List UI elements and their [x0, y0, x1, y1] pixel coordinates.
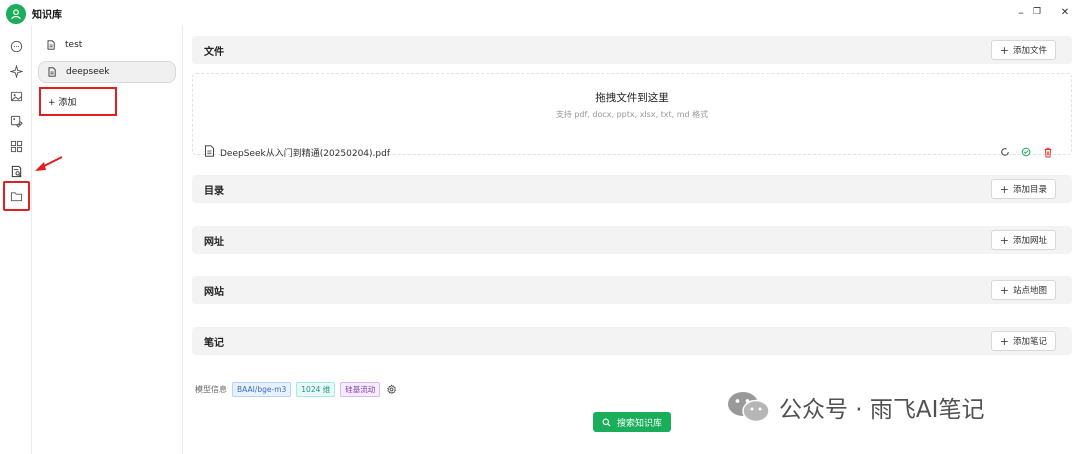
file-name: DeepSeek从入门到精通(20250204).pdf — [220, 149, 391, 159]
section-title: 文件 — [204, 47, 224, 58]
image-icon[interactable] — [7, 87, 25, 105]
add-note-button[interactable]: + 添加笔记 — [990, 331, 1056, 351]
dimension-tag: 1024 维 — [296, 381, 336, 397]
grid-icon[interactable] — [7, 137, 25, 155]
plus-icon: + — [999, 43, 1009, 57]
directory-section: 目录 + 添加目录 — [192, 175, 1072, 203]
search-icon — [602, 418, 611, 427]
notes-section: 笔记 + 添加笔记 — [192, 327, 1072, 355]
close-button[interactable]: ✕ — [1056, 4, 1074, 20]
section-title: 网址 — [204, 237, 224, 248]
image-edit-icon[interactable] — [7, 112, 25, 130]
add-url-button[interactable]: + 添加网址 — [990, 230, 1056, 250]
model-tag: BAAI/bge-m3 — [232, 381, 292, 397]
user-avatar-icon[interactable] — [6, 4, 26, 24]
provider-tag: 硅基流动 — [340, 381, 381, 397]
success-check-icon — [1020, 146, 1032, 158]
refresh-icon[interactable] — [999, 146, 1011, 158]
add-directory-button[interactable]: + 添加目录 — [990, 179, 1056, 199]
button-label: 添加目录 — [1012, 185, 1047, 195]
website-section: 网站 + 站点地图 — [192, 276, 1072, 304]
sparkle-icon[interactable] — [7, 62, 25, 80]
icon-rail — [0, 25, 32, 454]
plus-icon: + — [999, 283, 1009, 297]
file-row: DeepSeek从入门到精通(20250204).pdf — [192, 141, 1072, 163]
knowledge-base-list: test deepseek + 添加 — [32, 25, 183, 454]
watermark-text: 公众号 · 雨飞AI笔记 — [779, 397, 985, 423]
search-button-label: 搜索知识库 — [616, 418, 662, 429]
kb-item-test[interactable]: test — [38, 34, 176, 56]
plus-icon: + — [999, 334, 1009, 348]
sitemap-button[interactable]: + 站点地图 — [990, 280, 1056, 300]
settings-gear-icon[interactable] — [386, 383, 397, 395]
highlight-box — [3, 181, 30, 211]
kb-item-label: test — [65, 40, 83, 50]
watermark: 公众号 · 雨飞AI笔记 — [725, 390, 984, 424]
file-icon — [48, 67, 56, 77]
button-label: 站点地图 — [1012, 286, 1047, 296]
wechat-logo-icon — [728, 392, 770, 423]
dropzone-title: 拖拽文件到这里 — [595, 92, 669, 104]
chat-icon[interactable] — [7, 37, 25, 55]
files-section: 文件 + 添加文件 — [192, 36, 1072, 64]
plus-icon: + — [999, 182, 1009, 196]
search-knowledge-base-button[interactable]: 搜索知识库 — [593, 412, 671, 432]
model-info: 模型信息 BAAI/bge-m3 1024 维 硅基流动 — [195, 381, 397, 397]
title-bar: 知识库 – ❐ ✕ — [0, 0, 1080, 25]
app-title: 知识库 — [32, 10, 62, 21]
section-title: 目录 — [204, 186, 224, 197]
button-label: 添加网址 — [1012, 236, 1047, 246]
section-title: 笔记 — [204, 338, 224, 349]
kb-item-label: deepseek — [66, 67, 110, 77]
knowledge-base-icon[interactable] — [7, 162, 25, 180]
button-label: 添加文件 — [1012, 46, 1047, 56]
delete-icon[interactable] — [1042, 146, 1054, 158]
add-kb-button[interactable]: + 添加 — [39, 87, 117, 116]
model-info-label: 模型信息 — [195, 384, 227, 394]
url-section: 网址 + 添加网址 — [192, 226, 1072, 254]
add-file-button[interactable]: + 添加文件 — [990, 40, 1056, 60]
kb-item-deepseek[interactable]: deepseek — [38, 61, 176, 83]
plus-icon: + — [999, 233, 1009, 247]
file-icon — [47, 40, 55, 50]
file-icon — [205, 145, 214, 157]
dropzone-subtitle: 支持 pdf, docx, pptx, xlsx, txt, md 格式 — [555, 110, 709, 119]
section-title: 网站 — [204, 287, 224, 298]
maximize-button[interactable]: ❐ — [1028, 4, 1046, 20]
button-label: 添加笔记 — [1012, 337, 1047, 347]
